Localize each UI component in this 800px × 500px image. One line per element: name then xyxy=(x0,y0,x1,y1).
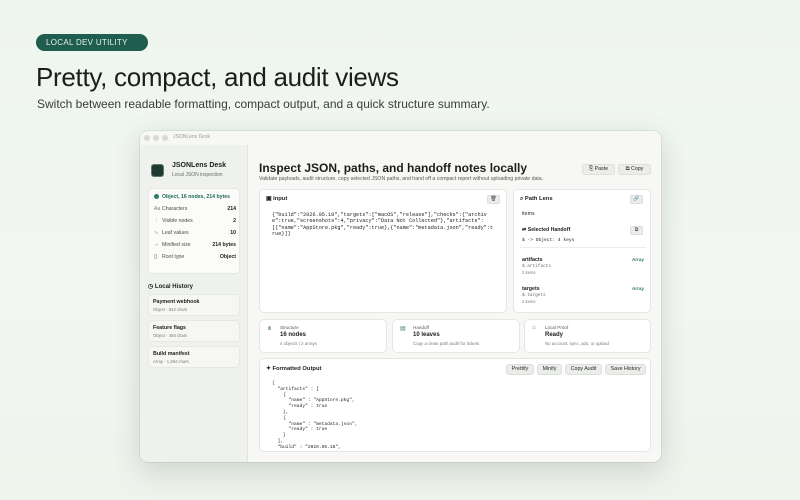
path-row-artifacts[interactable]: artifacts $.artifacts 2 items Array xyxy=(522,257,644,275)
clock-icon: ◷ xyxy=(148,284,155,290)
path-lens-field[interactable]: items xyxy=(522,211,535,217)
selected-handoff: ⇄ Selected Handoff ⧉ $ -> Object: 4 keys xyxy=(520,224,646,248)
hero-subtitle: Switch between readable formatting, comp… xyxy=(37,97,490,111)
sidebar: JSONLens Desk Local JSON inspection Obje… xyxy=(140,145,248,462)
leaf-icon: ∿ xyxy=(154,230,159,236)
app-name: JSONLens Desk xyxy=(172,162,227,169)
json-input[interactable]: {"build":"2026.05.18","targets":["macOS"… xyxy=(272,212,494,238)
path-lens-title: ⌕ Path Lens xyxy=(520,196,553,202)
stats-panel: Object, 16 nodes, 214 bytes Aa Characters… xyxy=(148,188,240,274)
hero-title: Pretty, compact, and audit views xyxy=(36,62,399,92)
handoff-icon: ▤ xyxy=(400,326,406,332)
stat-row-minified-size: ⇔ Minified size 214 bytes xyxy=(154,242,236,248)
path-row-targets[interactable]: targets $.targets 2 items Array xyxy=(522,286,644,304)
history-title: ◷ Local History xyxy=(148,284,193,290)
structure-card: ⋔ Structure 16 nodes 4 objects | 2 arrays xyxy=(259,319,387,353)
path-lens-card: ⌕ Path Lens 🔗 items ⇄ Selected Handoff ⧉… xyxy=(513,189,651,313)
input-card: ▣ Input 🗑 {"build":"2026.05.18","targets… xyxy=(259,189,507,313)
zoom-window-button[interactable] xyxy=(162,135,168,141)
characters-icon: Aa xyxy=(154,206,161,212)
window-title: JSONLens Desk xyxy=(173,134,210,140)
lock-icon: ⌂ xyxy=(532,325,536,331)
output-title: ✦ Formatted Output xyxy=(266,366,322,372)
prettify-button[interactable]: Prettify xyxy=(506,364,534,375)
title-bar: JSONLens Desk xyxy=(140,131,661,145)
copy-button[interactable]: ⧉ Copy xyxy=(618,164,651,175)
handoff-card: ▤ Handoff 10 leaves Copy a clean path audi… xyxy=(392,319,520,353)
page-subtitle: Validate payloads, audit structure, copy… xyxy=(259,176,544,182)
formatted-output-text: { "artifacts" : [ { "name" : "AppStore.p… xyxy=(272,381,358,450)
app-subtitle: Local JSON inspection xyxy=(172,172,223,178)
history-item[interactable]: Payment webhook Object · 842 chars xyxy=(148,294,240,316)
paste-button[interactable]: ⎘ Paste xyxy=(582,164,615,175)
braces-icon: {} xyxy=(154,254,158,260)
history-item[interactable]: Build manifest Array · 1,284 chars xyxy=(148,346,240,368)
formatted-output-card: ✦ Formatted Output Prettify Minify Copy … xyxy=(259,358,651,452)
input-title: ▣ Input xyxy=(266,196,288,202)
close-window-button[interactable] xyxy=(144,135,150,141)
check-icon xyxy=(154,194,159,200)
stat-row-visible-nodes: ⋮ Visible nodes 2 xyxy=(154,218,236,224)
trash-icon[interactable]: 🗑 xyxy=(487,195,500,204)
structure-icon: ⋔ xyxy=(267,326,273,332)
stat-row-characters: Aa Characters 214 xyxy=(154,206,236,212)
minify-button[interactable]: Minify xyxy=(537,364,562,375)
save-history-button[interactable]: Save History xyxy=(605,364,646,375)
nodes-icon: ⋮ xyxy=(154,218,160,224)
app-logo-icon xyxy=(151,164,164,177)
minimize-window-button[interactable] xyxy=(153,135,159,141)
copy-path-button[interactable]: ⧉ xyxy=(630,226,643,235)
stat-row-root-type: {} Root type Object xyxy=(154,254,236,260)
minified-icon: ⇔ xyxy=(154,242,160,248)
page-title: Inspect JSON, paths, and handoff notes l… xyxy=(259,161,528,175)
stats-header: Object, 16 nodes, 214 bytes xyxy=(154,194,230,200)
history-item[interactable]: Feature flags Object · 458 chars xyxy=(148,320,240,342)
copy-audit-button[interactable]: Copy Audit xyxy=(565,364,602,375)
local-proof-card: ⌂ Local Proof Ready No account, sync, ads,… xyxy=(524,319,651,353)
link-icon[interactable]: 🔗 xyxy=(630,195,643,204)
stat-row-leaf-values: ∿ Leaf values 10 xyxy=(154,230,236,236)
app-window: JSONLens Desk JSONLens Desk Local JSON i… xyxy=(140,131,661,462)
hero-badge: LOCAL DEV UTILITY xyxy=(36,34,148,51)
